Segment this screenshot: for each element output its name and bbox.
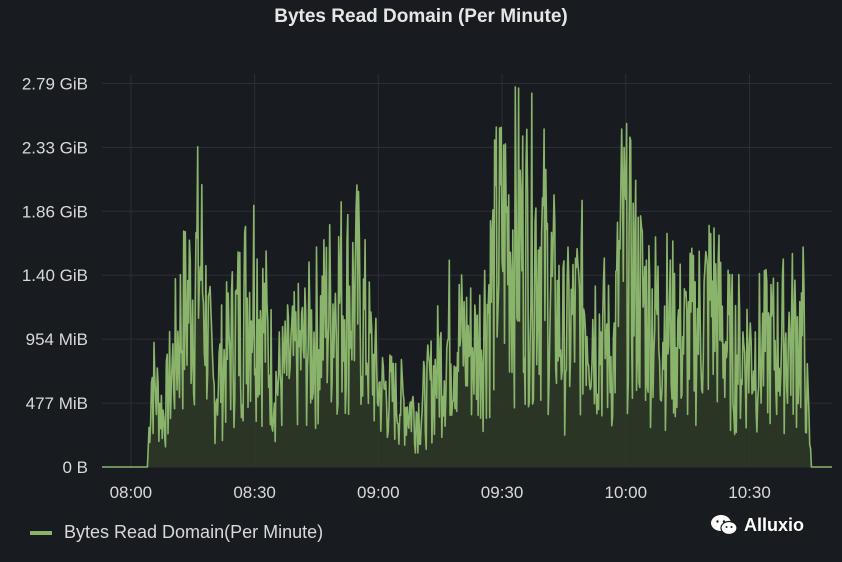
y-tick-label: 1.40 GiB	[22, 266, 88, 285]
series-area	[102, 86, 832, 468]
series-group	[102, 86, 832, 468]
y-tick-label: 2.33 GiB	[22, 138, 88, 157]
y-tick-label: 477 MiB	[26, 394, 88, 413]
y-tick-label: 954 MiB	[26, 330, 88, 349]
watermark: Alluxio	[710, 514, 804, 536]
x-tick-label: 09:00	[357, 483, 400, 502]
y-tick-label: 1.86 GiB	[22, 202, 88, 221]
legend-swatch	[30, 530, 52, 535]
y-axis: 0 B 477 MiB 954 MiB 1.40 GiB 1.86 GiB 2.33 Gi…	[22, 74, 88, 477]
x-tick-label: 08:30	[233, 483, 276, 502]
x-axis: 08:00 08:30 09:00 09:30 10:00 10:30	[110, 483, 771, 502]
y-tick-label: 2.79 GiB	[22, 74, 88, 93]
x-tick-label: 09:30	[481, 483, 524, 502]
y-tick-label: 0 B	[62, 458, 88, 477]
watermark-text: Alluxio	[744, 514, 805, 535]
x-tick-label: 10:30	[728, 483, 771, 502]
legend-label[interactable]: Bytes Read Domain(Per Minute)	[64, 522, 323, 543]
x-tick-label: 10:00	[605, 483, 648, 502]
legend[interactable]: Bytes Read Domain(Per Minute)	[30, 522, 323, 543]
chart-plot: 0 B 477 MiB 954 MiB 1.40 GiB 1.86 GiB 2.33 Gi…	[22, 74, 832, 502]
wechat-icon	[711, 515, 738, 536]
x-tick-label: 08:00	[110, 483, 153, 502]
